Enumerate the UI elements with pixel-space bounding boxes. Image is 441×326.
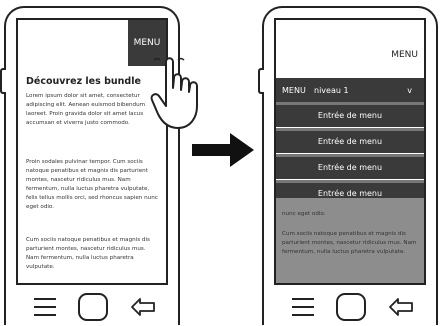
menu-header-title: MENU (282, 86, 306, 95)
bottom-nav (264, 290, 436, 326)
chevron-down-icon[interactable]: v (407, 86, 412, 95)
right-arrow-icon (192, 133, 254, 167)
menu-entry[interactable]: Entrée de menu (276, 154, 424, 179)
hamburger-icon[interactable] (34, 298, 56, 316)
hamburger-icon[interactable] (292, 298, 314, 316)
paragraph: Cum sociis natoque penatibus et magnis d… (282, 231, 417, 255)
paragraph: Proin sodales pulvinar tempor. Cum socii… (26, 159, 158, 210)
paragraph: Lorem ipsum dolor sit amet, consectetur … (26, 93, 146, 126)
menu-entry[interactable]: Entrée de menu (276, 102, 424, 127)
menu-level-selector[interactable]: niveau 1 (314, 86, 349, 95)
page-heading: Découvrez les bundle (26, 76, 141, 87)
paragraph: Cum sociis natoque penatibus et magnis d… (26, 237, 150, 270)
pointing-hand-icon (150, 57, 198, 129)
home-button-icon[interactable] (336, 293, 366, 321)
back-arrow-icon[interactable] (130, 295, 156, 319)
phone-side-button (0, 68, 6, 94)
phone-side-button (258, 68, 264, 94)
phone-screen-after: MENU MENU niveau 1 v Entrée de menu Entr… (274, 18, 426, 285)
back-arrow-icon[interactable] (388, 295, 414, 319)
phone-after: MENU MENU niveau 1 v Entrée de menu Entr… (258, 6, 438, 326)
paragraph: nunc eget odio. (282, 211, 326, 217)
menu-label[interactable]: MENU (391, 50, 418, 60)
phone-screen-before: MENU Découvrez les bundle Lorem ipsum do… (16, 18, 168, 285)
bottom-nav (6, 290, 178, 326)
home-button-icon[interactable] (78, 293, 108, 321)
menu-entry[interactable]: Entrée de menu (276, 128, 424, 153)
